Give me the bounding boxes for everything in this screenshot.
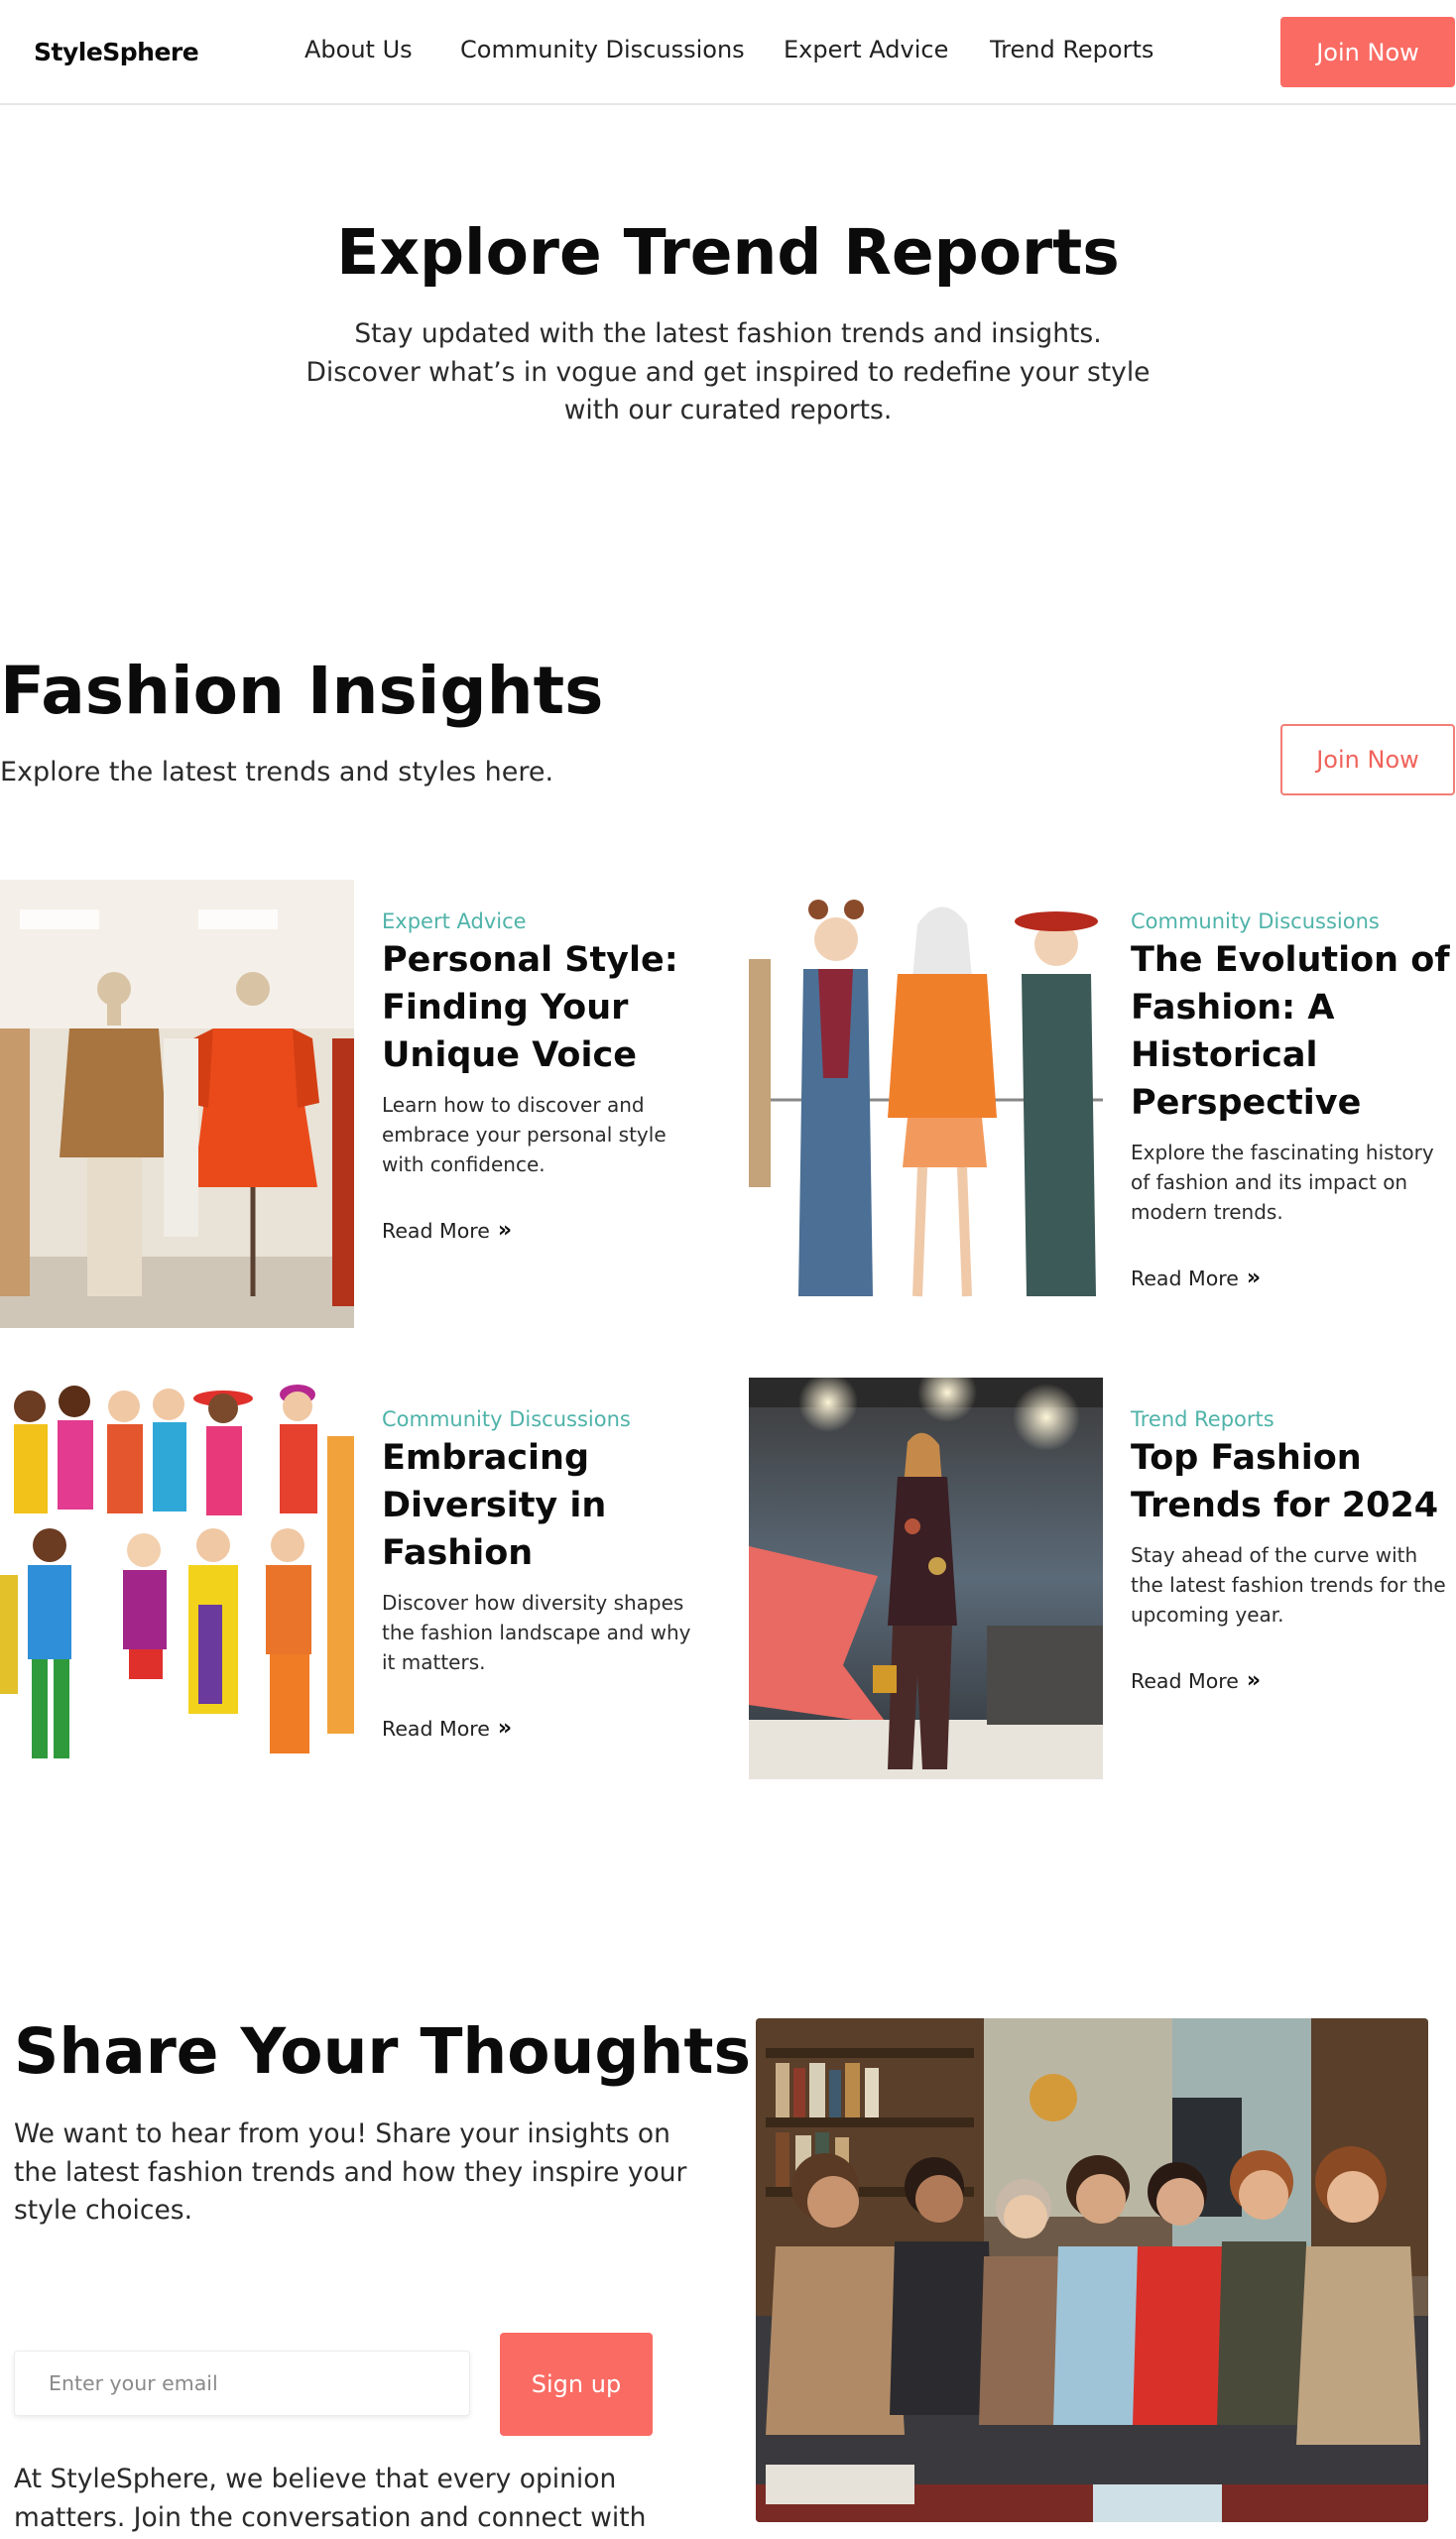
insights-subtitle: Explore the latest trends and styles her… — [0, 757, 554, 787]
card-1-description: Learn how to discover and embrace your p… — [382, 1093, 667, 1176]
card-3-category[interactable]: Community Discussions — [382, 1407, 631, 1431]
sign-up-button[interactable]: Sign up — [500, 2333, 653, 2436]
runway-image — [749, 1378, 1103, 1779]
card-2-category[interactable]: Community Discussions — [1131, 909, 1380, 933]
diverse-crowd-image — [0, 1377, 354, 1776]
card-2-title[interactable]: The Evolution of Fashion: A Historical P… — [1131, 936, 1453, 1127]
read-more-label: Read More — [382, 1716, 490, 1741]
insights-title: Fashion Insights — [0, 653, 604, 729]
nav-link-about-us[interactable]: About Us — [304, 36, 413, 63]
insights-join-now-button[interactable]: Join Now — [1280, 724, 1455, 795]
read-more-label: Read More — [1131, 1668, 1239, 1693]
illustrated-models-image — [749, 880, 1103, 1328]
nav-link-expert-advice[interactable]: Expert Advice — [784, 36, 948, 63]
nav-link-community-discussions[interactable]: Community Discussions — [460, 36, 745, 63]
read-more-label: Read More — [1131, 1266, 1239, 1290]
double-chevron-right-icon: » — [497, 1218, 513, 1243]
card-3-read-more-link[interactable]: Read More » — [382, 1716, 512, 1741]
card-2-read-more-link[interactable]: Read More » — [1131, 1266, 1261, 1290]
share-subtitle: We want to hear from you! Share your ins… — [14, 2118, 687, 2226]
share-title: Share Your Thoughts — [14, 2015, 751, 2088]
card-1-title[interactable]: Personal Style: Finding Your Unique Voic… — [382, 936, 719, 1079]
mannequins-image — [0, 880, 354, 1328]
card-1-read-more-link[interactable]: Read More » — [382, 1218, 512, 1243]
email-input[interactable] — [14, 2351, 470, 2416]
card-3-description: Discover how diversity shapes the fashio… — [382, 1591, 691, 1674]
community-group-image — [756, 2018, 1428, 2522]
double-chevron-right-icon: » — [1246, 1266, 1262, 1290]
site-logo[interactable]: StyleSphere — [34, 38, 199, 66]
card-4-title[interactable]: Top Fashion Trends for 2024 — [1131, 1434, 1453, 1529]
double-chevron-right-icon: » — [497, 1716, 513, 1741]
card-2-description: Explore the fascinating history of fashi… — [1131, 1141, 1434, 1224]
card-3-title[interactable]: Embracing Diversity in Fashion — [382, 1434, 709, 1577]
card-4-category[interactable]: Trend Reports — [1131, 1407, 1274, 1431]
nav-join-now-button[interactable]: Join Now — [1280, 17, 1455, 87]
top-navigation: StyleSphere About Us Community Discussio… — [0, 0, 1456, 105]
double-chevron-right-icon: » — [1246, 1668, 1262, 1693]
hero-subtitle: Stay updated with the latest fashion tre… — [305, 318, 1151, 425]
read-more-label: Read More — [382, 1218, 490, 1243]
card-1-category[interactable]: Expert Advice — [382, 909, 527, 933]
hero-title: Explore Trend Reports — [336, 216, 1120, 289]
share-footer-text: At StyleSphere, we believe that every op… — [14, 2464, 647, 2533]
nav-link-trend-reports[interactable]: Trend Reports — [990, 36, 1153, 63]
card-4-read-more-link[interactable]: Read More » — [1131, 1668, 1261, 1693]
card-4-description: Stay ahead of the curve with the latest … — [1131, 1543, 1446, 1627]
